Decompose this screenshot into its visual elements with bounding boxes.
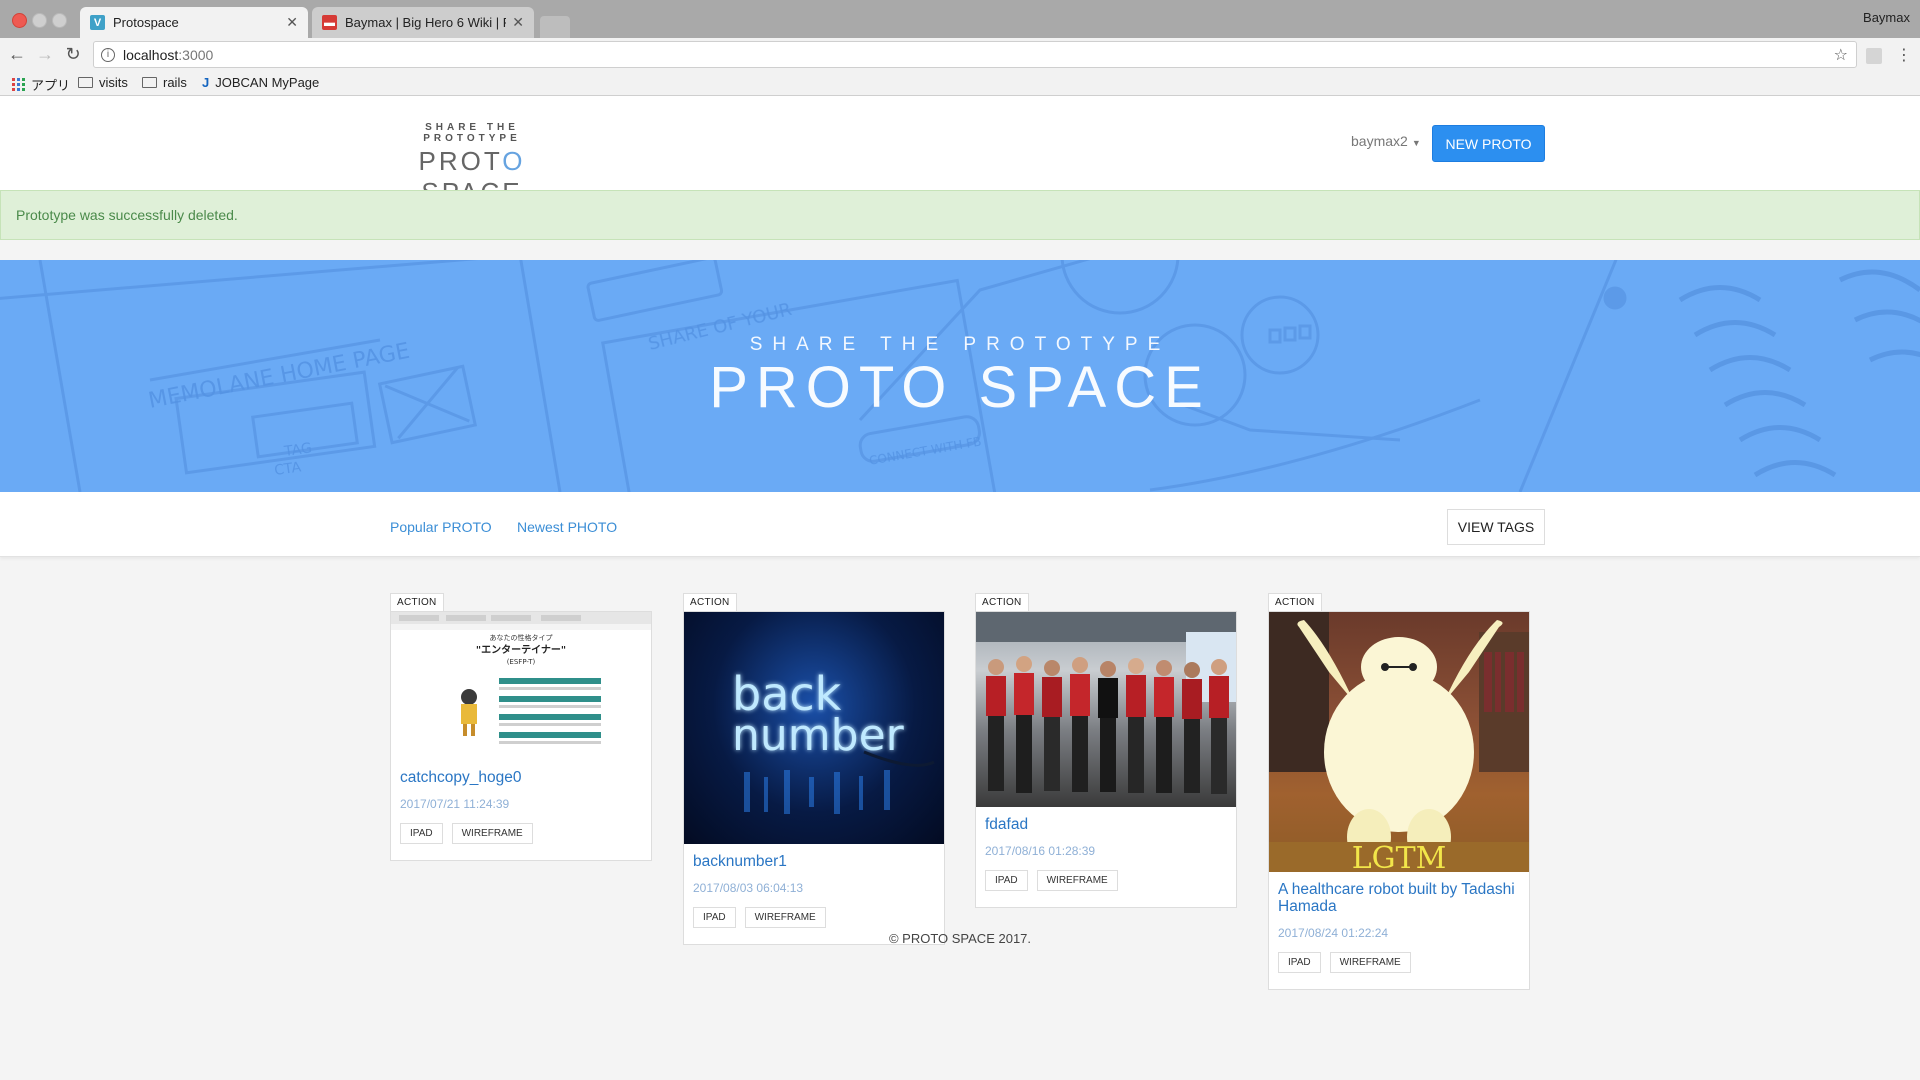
browser-tab-bar: V Protospace ✕ ▬ Baymax | Big Hero 6 Wik… <box>0 0 1920 38</box>
hero-tagline: SHARE THE PROTOTYPE <box>749 334 1171 355</box>
site-header: SHARE THE PROTOTYPE PROTO SPACE baymax2▼… <box>0 96 1920 207</box>
bookmark-star-icon[interactable]: ☆ <box>1834 45 1848 65</box>
info-icon[interactable]: i <box>101 47 115 62</box>
new-proto-button[interactable]: NEW PROTO <box>1432 125 1545 162</box>
url-host: localhost <box>123 46 179 63</box>
card-thumbnail[interactable]: あなたの性格タイプ "エンターテイナー" (ESFP-T) <box>391 612 651 760</box>
tab-title: Baymax | Big Hero 6 Wiki | FANDOM <box>345 15 506 30</box>
bookmark-apps[interactable]: アプリ <box>12 75 70 94</box>
card-body-box[interactable]: あなたの性格タイプ "エンターテイナー" (ESFP-T) catchcopy_… <box>390 611 652 861</box>
view-tags-button[interactable]: VIEW TAGS <box>1447 509 1545 545</box>
card-category-label: ACTION <box>975 593 1029 611</box>
jobcan-icon: J <box>202 75 210 90</box>
bookmark-label: アプリ <box>31 78 71 93</box>
group-photo-thumbnail <box>976 612 1236 794</box>
browser-toolbar: ← → ↻ i localhost:3000 ☆ ⋮ <box>0 38 1920 72</box>
card-thumbnail[interactable]: back number <box>684 612 944 844</box>
tag-ipad[interactable]: IPAD <box>400 823 443 844</box>
caret-down-icon: ▼ <box>1411 138 1421 148</box>
maximize-window-button[interactable] <box>52 13 67 28</box>
tab-title: Protospace <box>113 15 179 30</box>
card-date: 2017/07/21 11:24:39 <box>400 797 510 811</box>
card-thumbnail[interactable]: LGTM <box>1269 612 1529 872</box>
prototype-card: ACTION あなたの性格タイプ "エンターテイナー" (ESFP-T) cat… <box>390 592 652 861</box>
tag-wireframe[interactable]: WIREFRAME <box>1036 870 1118 891</box>
close-window-button[interactable] <box>12 13 27 28</box>
card-title-link[interactable]: fdafad <box>985 816 1227 833</box>
prototype-card: ACTION back number backnumber1 2017/08/0… <box>683 592 945 945</box>
card-thumbnail[interactable] <box>976 612 1236 807</box>
card-title-link[interactable]: backnumber1 <box>693 853 935 870</box>
hero-title: PROTO SPACE <box>709 355 1211 420</box>
card-date: 2017/08/16 01:28:39 <box>985 844 1096 858</box>
success-alert: Prototype was successfully deleted. <box>0 190 1920 240</box>
svg-text:(ESFP-T): (ESFP-T) <box>507 658 536 666</box>
prototype-card: ACTION fdafad 2017/08/16 01:28:39 IPAD W… <box>975 592 1237 908</box>
new-tab-button[interactable] <box>540 16 570 38</box>
card-category-label: ACTION <box>683 593 737 611</box>
close-tab-icon[interactable]: ✕ <box>512 14 524 31</box>
bookmark-visits[interactable]: visits <box>78 75 128 90</box>
extension-icon[interactable] <box>1866 48 1882 64</box>
bookmark-label: JOBCAN MyPage <box>215 75 320 90</box>
username: baymax2 <box>1351 133 1408 149</box>
tag-ipad[interactable]: IPAD <box>693 907 736 928</box>
tab-protospace[interactable]: V Protospace ✕ <box>80 7 308 38</box>
apps-grid-icon <box>12 78 25 91</box>
reload-icon[interactable]: ↻ <box>62 44 84 65</box>
protospace-favicon-icon: V <box>90 15 105 30</box>
bookmark-rails[interactable]: rails <box>142 75 187 90</box>
footer-copyright: © PROTO SPACE 2017. <box>888 931 1032 946</box>
back-arrow-icon[interactable]: ← <box>6 44 28 65</box>
card-title-link[interactable]: A healthcare robot built by Tadashi Hama… <box>1278 881 1520 915</box>
tag-wireframe[interactable]: WIREFRAME <box>1329 952 1411 973</box>
bookmark-label: visits <box>99 75 128 90</box>
card-body-box[interactable]: back number backnumber1 2017/08/03 06:04… <box>683 611 945 945</box>
sketch-text: CTA <box>273 459 302 479</box>
svg-text:LGTM: LGTM <box>1352 841 1447 872</box>
baymax-plush-thumbnail: LGTM <box>1269 612 1529 872</box>
screenshot-thumbnail: あなたの性格タイプ "エンターテイナー" (ESFP-T) <box>391 612 651 744</box>
browser-menu-icon[interactable]: ⋮ <box>1896 45 1912 65</box>
bookmark-label: rails <box>163 75 187 90</box>
card-category-label: ACTION <box>390 593 444 611</box>
card-category-label: ACTION <box>1268 593 1322 611</box>
address-bar[interactable]: i localhost:3000 ☆ <box>93 41 1857 68</box>
tag-wireframe[interactable]: WIREFRAME <box>744 907 826 928</box>
svg-text:number: number <box>732 710 905 761</box>
card-date: 2017/08/03 06:04:13 <box>693 881 804 895</box>
minimize-window-button[interactable] <box>32 13 47 28</box>
hero-text: SHARE THE PROTOTYPE PROTO SPACE <box>0 334 1920 421</box>
hero-banner: MEMOLANE HOME PAGE SHARE OF YOUR TAG CTA… <box>0 260 1920 492</box>
svg-text:"エンターテイナー": "エンターテイナー" <box>476 644 566 656</box>
bookmark-jobcan[interactable]: J JOBCAN MyPage <box>202 75 319 90</box>
neon-sign-thumbnail: back number <box>732 667 935 814</box>
folder-icon <box>142 77 157 88</box>
url-port: :3000 <box>178 46 214 63</box>
wiki-favicon-icon: ▬ <box>322 15 337 30</box>
sketch-text: CONNECT WITH FB <box>868 434 982 468</box>
profile-name[interactable]: Baymax <box>1863 10 1910 25</box>
user-dropdown[interactable]: baymax2 ▼ <box>1351 133 1421 149</box>
tag-ipad[interactable]: IPAD <box>1278 952 1321 973</box>
filter-bar: Popular PROTO Newest PHOTO VIEW TAGS <box>0 492 1920 557</box>
card-body-box[interactable]: fdafad 2017/08/16 01:28:39 IPAD WIREFRAM… <box>975 611 1237 908</box>
page: SHARE THE PROTOTYPE PROTO SPACE baymax2▼… <box>0 96 1920 1080</box>
bookmarks-bar: アプリ visits rails J JOBCAN MyPage <box>0 72 1920 96</box>
newest-photo-link[interactable]: Newest PHOTO <box>517 519 617 535</box>
folder-icon <box>78 77 93 88</box>
card-title-link[interactable]: catchcopy_hoge0 <box>400 769 642 786</box>
logo-tagline: SHARE THE PROTOTYPE <box>423 122 521 144</box>
svg-text:あなたの性格タイプ: あなたの性格タイプ <box>490 633 553 642</box>
forward-arrow-icon[interactable]: → <box>34 44 56 65</box>
close-tab-icon[interactable]: ✕ <box>286 14 298 31</box>
tag-wireframe[interactable]: WIREFRAME <box>451 823 533 844</box>
tab-baymax-wiki[interactable]: ▬ Baymax | Big Hero 6 Wiki | FANDOM ✕ <box>312 7 534 38</box>
tag-ipad[interactable]: IPAD <box>985 870 1028 891</box>
popular-proto-link[interactable]: Popular PROTO <box>390 519 492 535</box>
